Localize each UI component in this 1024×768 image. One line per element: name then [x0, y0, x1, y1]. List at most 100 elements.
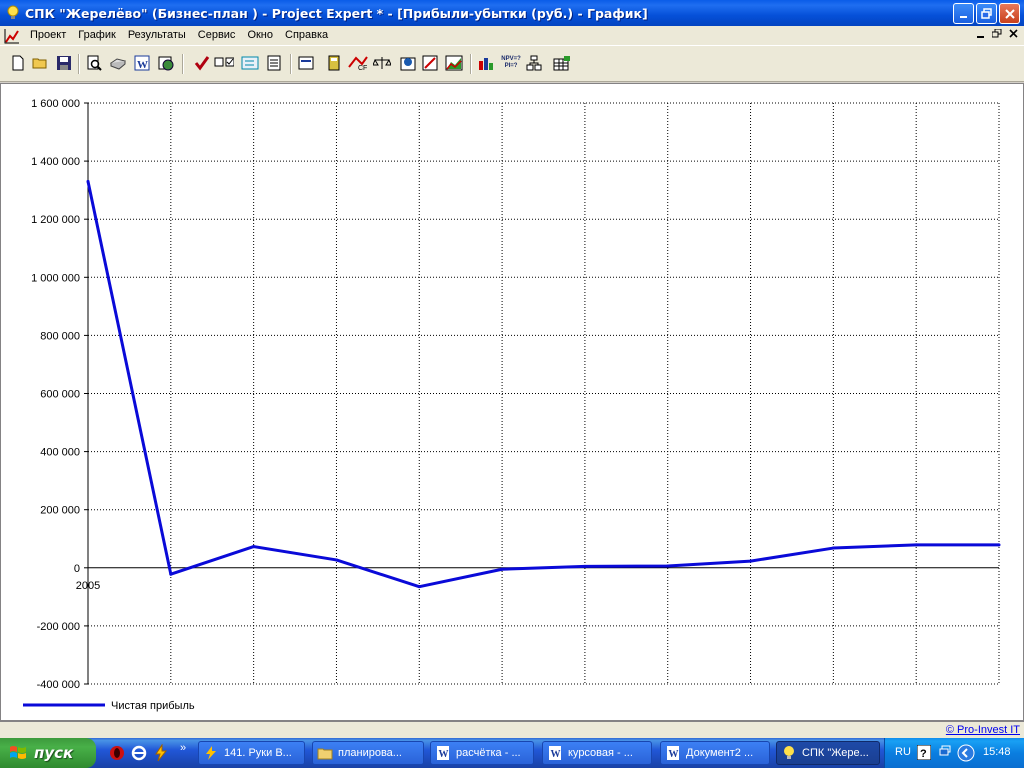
- quicklaunch-more-icon[interactable]: »: [180, 742, 186, 754]
- checkbox-button[interactable]: [214, 53, 234, 73]
- menu-help[interactable]: Справка: [279, 26, 334, 45]
- menu-project[interactable]: Проект: [24, 26, 72, 45]
- series-line: [86, 181, 999, 589]
- mdi-restore-button[interactable]: [990, 28, 1004, 41]
- web-export-button[interactable]: [156, 53, 176, 73]
- toolbar: W CF NPV=? PI=?: [0, 45, 1024, 82]
- title-bar: СПК "Жерелёво" (Бизнес-план ) - Project …: [0, 0, 1024, 26]
- checkbox-icon: [214, 57, 234, 67]
- chart-button[interactable]: [444, 53, 464, 73]
- menu-results[interactable]: Результаты: [122, 26, 192, 45]
- preview-icon: [87, 55, 102, 71]
- svg-text:W: W: [439, 749, 449, 760]
- task-button-5[interactable]: W Документ2 ...: [660, 741, 770, 765]
- balance-button[interactable]: [372, 53, 392, 73]
- y-tick-label: 1 400 000: [31, 156, 80, 168]
- exchange-button[interactable]: [240, 53, 260, 73]
- chart-doc-icon: [4, 28, 19, 43]
- window-title: СПК "Жерелёво" (Бизнес-план ) - Project …: [25, 5, 648, 21]
- close-icon: [1004, 8, 1015, 19]
- graph-button[interactable]: [420, 53, 440, 73]
- new-button[interactable]: [8, 53, 28, 73]
- y-tick-labels: 1 600 000 1 400 000 1 200 000 1 000 000 800 …: [31, 98, 80, 691]
- restore-button[interactable]: [976, 3, 997, 24]
- mdi-close-button[interactable]: [1007, 29, 1021, 41]
- restore-windows-icon[interactable]: [939, 744, 953, 762]
- profit-chart: 2005 1 600 000 1 400 000 1 200 000 1 000 00…: [23, 98, 1001, 712]
- table-button[interactable]: [552, 53, 572, 73]
- word-icon: W: [134, 55, 150, 71]
- print-button[interactable]: [108, 53, 128, 73]
- tree-button[interactable]: [524, 53, 544, 73]
- menu-chart[interactable]: График: [72, 26, 122, 45]
- cashflow-button[interactable]: CF: [348, 53, 368, 73]
- preview-button[interactable]: [84, 53, 104, 73]
- task-button-4[interactable]: W курсовая - ...: [542, 741, 652, 765]
- lightning-icon: [206, 746, 216, 760]
- data-point: [252, 545, 256, 549]
- restore-icon: [981, 8, 992, 19]
- data-point: [749, 559, 753, 563]
- task-button-1[interactable]: 141. Руки В...: [198, 741, 305, 765]
- open-button[interactable]: [30, 53, 50, 73]
- word-export-button[interactable]: W: [132, 53, 152, 73]
- bars-icon: [479, 58, 493, 70]
- data-point: [417, 585, 421, 589]
- table-icon: [553, 56, 570, 71]
- menu-service[interactable]: Сервис: [192, 26, 242, 45]
- save-icon: [57, 56, 71, 70]
- graph-icon: [422, 55, 438, 71]
- system-tray: RU ? 15:48: [884, 738, 1024, 768]
- new-icon: [12, 55, 24, 71]
- internet-explorer-icon[interactable]: [130, 744, 148, 762]
- menu-bar: Проект График Результаты Сервис Окно Спр…: [0, 26, 1024, 45]
- open-icon: [32, 58, 47, 69]
- save-button[interactable]: [54, 53, 74, 73]
- calc-button[interactable]: [324, 53, 344, 73]
- close-icon: [1009, 29, 1018, 38]
- taskbar: пуск » 141. Руки В... планирова... W рас…: [0, 738, 1024, 768]
- diagram-button[interactable]: [296, 53, 316, 73]
- task-button-6[interactable]: СПК "Жере...: [776, 741, 880, 765]
- task-button-2[interactable]: планирова...: [312, 741, 424, 765]
- task-label: планирова...: [338, 747, 402, 759]
- print-icon: [109, 58, 127, 70]
- y-tick-label: 400 000: [40, 447, 80, 459]
- pro-invest-link[interactable]: © Pro-Invest IT: [946, 724, 1020, 736]
- check-button[interactable]: [192, 53, 212, 73]
- analysis-button[interactable]: [398, 53, 418, 73]
- menu-window[interactable]: Окно: [241, 26, 279, 45]
- cashflow-icon: CF: [348, 56, 368, 71]
- clock: 15:48: [983, 746, 1011, 758]
- report-button[interactable]: [264, 53, 284, 73]
- bars-button[interactable]: [476, 53, 496, 73]
- word-doc-icon: W: [437, 746, 449, 760]
- word-doc-icon: W: [667, 746, 679, 760]
- y-tick-label: 1 600 000: [31, 98, 80, 110]
- y-tick-label: 0: [74, 563, 80, 575]
- lightning-icon[interactable]: [152, 744, 170, 762]
- minimize-icon: [977, 36, 984, 38]
- data-point: [997, 543, 1001, 547]
- bulb-icon: [784, 746, 794, 759]
- lightbulb-icon: [7, 5, 19, 19]
- language-indicator[interactable]: RU: [895, 746, 911, 758]
- folder-icon: [317, 748, 333, 760]
- y-tick-label: 1 200 000: [31, 214, 80, 226]
- y-tick-label: 600 000: [40, 389, 80, 401]
- start-button[interactable]: пуск: [0, 738, 96, 768]
- chart-icon: [445, 55, 463, 71]
- opera-icon[interactable]: [108, 744, 126, 762]
- task-label: расчётка - ...: [456, 747, 521, 759]
- collapse-tray-icon[interactable]: [957, 744, 975, 762]
- mdi-minimize-button[interactable]: [974, 29, 988, 41]
- task-button-3[interactable]: W расчётка - ...: [430, 741, 534, 765]
- report-icon: [267, 55, 281, 71]
- close-button[interactable]: [999, 3, 1020, 24]
- minimize-button[interactable]: [953, 3, 974, 24]
- diagram-icon: [298, 56, 314, 70]
- task-label: СПК "Жере...: [802, 747, 869, 759]
- help-icon[interactable]: ?: [917, 745, 931, 760]
- start-label: пуск: [34, 744, 74, 762]
- npv-pi-button[interactable]: NPV=? PI=?: [500, 53, 522, 73]
